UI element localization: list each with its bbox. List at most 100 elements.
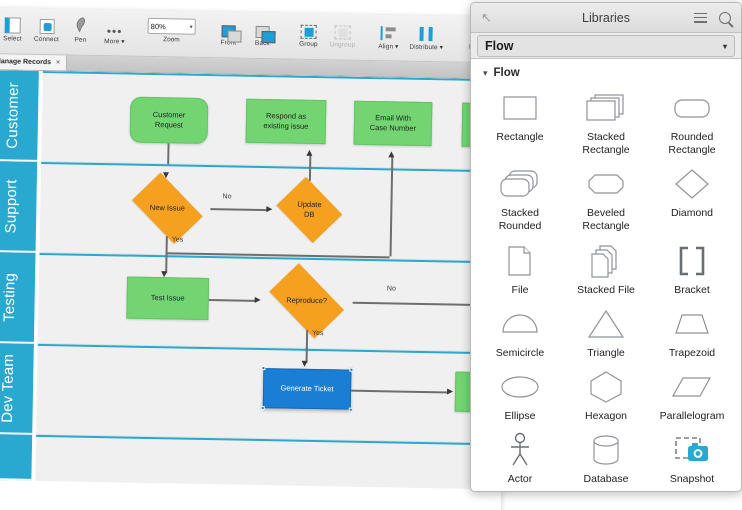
swimlane-body-partial[interactable] bbox=[35, 434, 503, 490]
swimlane-body-support[interactable]: New Issue Update DB No Yes bbox=[39, 149, 508, 262]
library-item-stacked-file[interactable]: Stacked File bbox=[563, 236, 649, 299]
library-section-label: Flow bbox=[493, 67, 520, 79]
more-icon: ••• bbox=[106, 24, 123, 39]
ungroup-button[interactable]: Ungroup bbox=[325, 18, 360, 49]
library-item-ellipse[interactable]: Ellipse bbox=[477, 362, 563, 425]
arrowhead-to-size bbox=[447, 387, 454, 395]
tab-manage-records[interactable]: Manage Records × bbox=[0, 53, 68, 71]
swimlane-header-testing[interactable]: Testing bbox=[0, 251, 36, 344]
library-section-flow[interactable]: ▾ Flow bbox=[471, 59, 741, 81]
swimlane-header-support[interactable]: Support bbox=[0, 160, 38, 253]
library-item-label: Parallelogram bbox=[659, 409, 725, 422]
node-new-issue[interactable]: New Issue bbox=[124, 172, 211, 244]
library-item-stacked-rectangle[interactable]: Stacked Rectangle bbox=[563, 83, 649, 159]
resize-handle-se[interactable] bbox=[348, 407, 353, 412]
send-to-back-icon bbox=[255, 18, 270, 39]
library-selector-area: Flow ▾ bbox=[471, 33, 741, 59]
resize-handle-ne[interactable] bbox=[349, 367, 354, 372]
library-item-parallelogram[interactable]: Parallelogram bbox=[649, 362, 735, 425]
library-item-label: Stacked Rounded bbox=[498, 207, 542, 233]
library-item-label: Rounded Rectangle bbox=[668, 131, 716, 157]
triangle-shape-icon bbox=[565, 307, 647, 341]
diamond-shape-icon bbox=[651, 167, 733, 201]
select-tool-button[interactable]: Select bbox=[0, 12, 30, 43]
bring-to-front-button[interactable]: Front bbox=[211, 16, 246, 47]
align-icon bbox=[380, 20, 397, 41]
zoom-select[interactable]: 80% ▾ bbox=[147, 17, 196, 35]
stacked-file-shape-icon bbox=[565, 244, 647, 278]
library-item-file[interactable]: File bbox=[477, 236, 563, 299]
node-test-issue[interactable]: Test Issue bbox=[126, 276, 210, 321]
search-icon[interactable] bbox=[719, 11, 731, 24]
resize-handle-sw[interactable] bbox=[260, 406, 265, 411]
swimlane-header-partial[interactable] bbox=[0, 433, 33, 481]
library-item-rectangle[interactable]: Rectangle bbox=[477, 83, 563, 159]
trapezoid-shape-icon bbox=[651, 307, 733, 341]
distribute-icon bbox=[418, 21, 434, 41]
bracket-shape-icon bbox=[651, 244, 733, 278]
swimlane-header-dev-team[interactable]: Dev Team bbox=[0, 342, 34, 435]
library-item-label: Bracket bbox=[674, 283, 710, 296]
library-item-hexagon[interactable]: Hexagon bbox=[563, 362, 649, 425]
swimlane-header-customer[interactable]: Customer bbox=[0, 69, 39, 162]
arrowhead-to-respond bbox=[306, 149, 313, 156]
close-icon[interactable]: × bbox=[56, 59, 60, 66]
hexagon-shape-icon bbox=[565, 370, 647, 404]
node-respond-existing-issue[interactable]: Respond as existing issue bbox=[245, 98, 327, 145]
group-icon bbox=[300, 19, 317, 39]
back-arrow-icon[interactable]: ↖ bbox=[481, 11, 492, 24]
resize-handle-nw[interactable] bbox=[261, 366, 266, 371]
library-item-label: Diamond bbox=[670, 207, 714, 220]
arrowhead-to-email bbox=[388, 151, 395, 158]
library-select[interactable]: Flow ▾ bbox=[477, 35, 735, 57]
library-item-rounded-rectangle[interactable]: Rounded Rectangle bbox=[649, 83, 735, 159]
hamburger-menu-icon[interactable] bbox=[694, 12, 707, 23]
chevron-down-icon: ▾ bbox=[189, 24, 193, 31]
swimlane-body-testing[interactable]: Test Issue Reproduce? No Yes bbox=[37, 252, 506, 359]
diagram-canvas[interactable]: Customer Customer Request Respond as exi… bbox=[0, 69, 509, 510]
node-email-with-case-number[interactable]: Email With Case Number bbox=[353, 100, 433, 147]
swimlane-partial bbox=[0, 433, 503, 490]
swimlane-body-customer[interactable]: Customer Request Respond as existing iss… bbox=[41, 70, 509, 171]
edge-label-no: No bbox=[222, 193, 232, 201]
pen-tool-button[interactable]: Pen bbox=[63, 13, 98, 44]
edge-label-yes: Yes bbox=[312, 329, 324, 338]
ellipse-shape-icon bbox=[479, 370, 561, 404]
ungroup-label: Ungroup bbox=[329, 41, 356, 49]
send-to-back-button[interactable]: Back bbox=[245, 17, 280, 48]
connect-tool-button[interactable]: Connect bbox=[29, 13, 64, 44]
node-update-db[interactable]: Update DB bbox=[272, 176, 347, 243]
swimlane-label-support: Support bbox=[2, 178, 21, 234]
library-item-label: Ellipse bbox=[504, 409, 536, 422]
library-item-actor[interactable]: Actor bbox=[477, 425, 563, 488]
node-reproduce[interactable]: Reproduce? bbox=[260, 263, 353, 339]
connect-icon bbox=[39, 14, 55, 35]
library-item-diamond[interactable]: Diamond bbox=[649, 159, 735, 235]
distribute-button[interactable]: Distribute ▾ bbox=[405, 20, 447, 52]
toolbar-group-tools: Select Connect Pen ••• More ▾ bbox=[0, 12, 132, 56]
arrowhead-to-reproduce bbox=[254, 296, 261, 303]
library-item-stacked-rounded[interactable]: Stacked Rounded bbox=[477, 159, 563, 235]
node-label: Reproduce? bbox=[286, 295, 328, 306]
node-generate-ticket[interactable]: Generate Ticket bbox=[260, 366, 354, 412]
library-item-trapezoid[interactable]: Trapezoid bbox=[649, 299, 735, 362]
actor-shape-icon bbox=[479, 432, 561, 467]
align-button[interactable]: Align ▾ bbox=[371, 19, 406, 51]
library-item-triangle[interactable]: Triangle bbox=[563, 299, 649, 362]
library-item-beveled-rectangle[interactable]: Beveled Rectangle bbox=[563, 159, 649, 235]
zoom-control[interactable]: 80% ▾ Zoom bbox=[143, 15, 200, 44]
node-label: New Issue bbox=[149, 202, 185, 213]
library-item-label: Beveled Rectangle bbox=[582, 207, 630, 233]
more-tools-button[interactable]: ••• More ▾ bbox=[97, 14, 132, 46]
node-customer-request[interactable]: Customer Request bbox=[129, 96, 209, 145]
swimlane-body-dev-team[interactable]: Generate Ticket Size Pro bbox=[36, 343, 509, 444]
toolbar-group-group: Group Ungroup bbox=[291, 18, 360, 61]
library-item-database[interactable]: Database bbox=[563, 425, 649, 488]
library-item-semicircle[interactable]: Semicircle bbox=[477, 299, 563, 362]
library-item-bracket[interactable]: Bracket bbox=[649, 236, 735, 299]
group-button[interactable]: Group bbox=[291, 18, 326, 49]
toolbar-separator bbox=[452, 22, 454, 53]
library-item-snapshot[interactable]: Snapshot bbox=[649, 425, 735, 488]
library-item-label: Hexagon bbox=[584, 409, 628, 422]
swimlane-testing: Testing Test Issue Reproduce? No Yes bbox=[0, 251, 506, 359]
